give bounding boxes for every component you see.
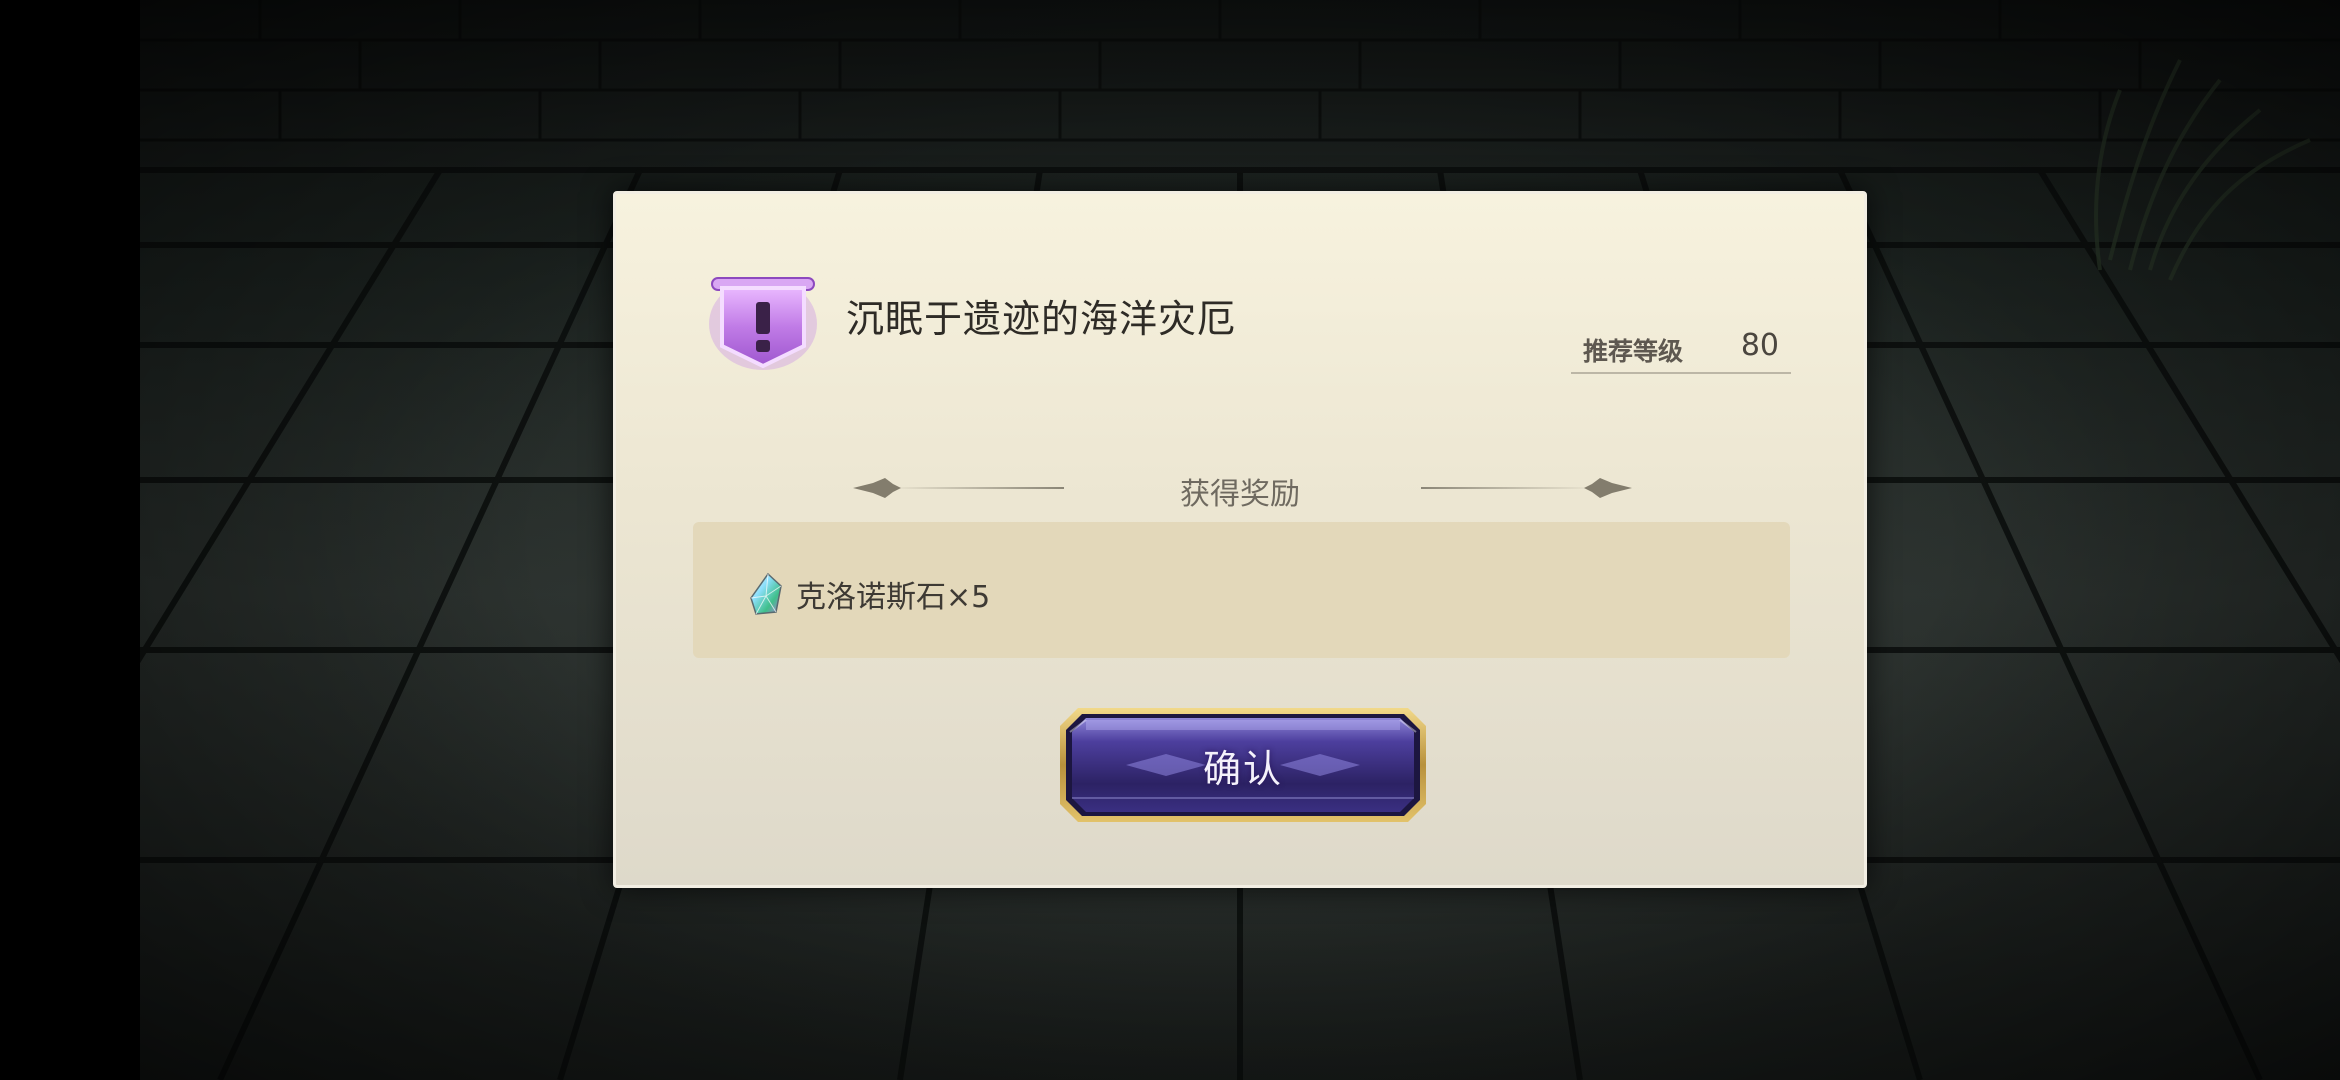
game-screen: 沉眠于遗迹的海洋灾厄 推荐等级 80 获得奖励 克洛诺斯石×5 确认 [0,0,2340,1080]
confirm-button-label: 确认 [1202,746,1283,791]
quest-title: 沉眠于遗迹的海洋灾厄 [846,297,1237,341]
exclamation-shield-icon [709,277,817,370]
reward-header: 获得奖励 [1180,477,1300,512]
reward-item: 克洛诺斯石×5 [748,572,990,616]
reward-item-text: 克洛诺斯石×5 [796,580,991,615]
ornament-right-divider [1421,478,1632,498]
quest-reward-dialog: 沉眠于遗迹的海洋灾厄 推荐等级 80 获得奖励 克洛诺斯石×5 确认 [613,191,1867,888]
recommended-level: 推荐等级 80 [1571,328,1791,374]
chronos-stone-gem-icon [750,572,782,615]
recommended-level-value: 80 [1740,328,1779,363]
letterbox-bar [0,0,140,1080]
reward-list: 克洛诺斯石×5 [693,522,1790,658]
recommended-level-label: 推荐等级 [1583,337,1684,366]
confirm-button[interactable]: 确认 [1056,704,1430,826]
